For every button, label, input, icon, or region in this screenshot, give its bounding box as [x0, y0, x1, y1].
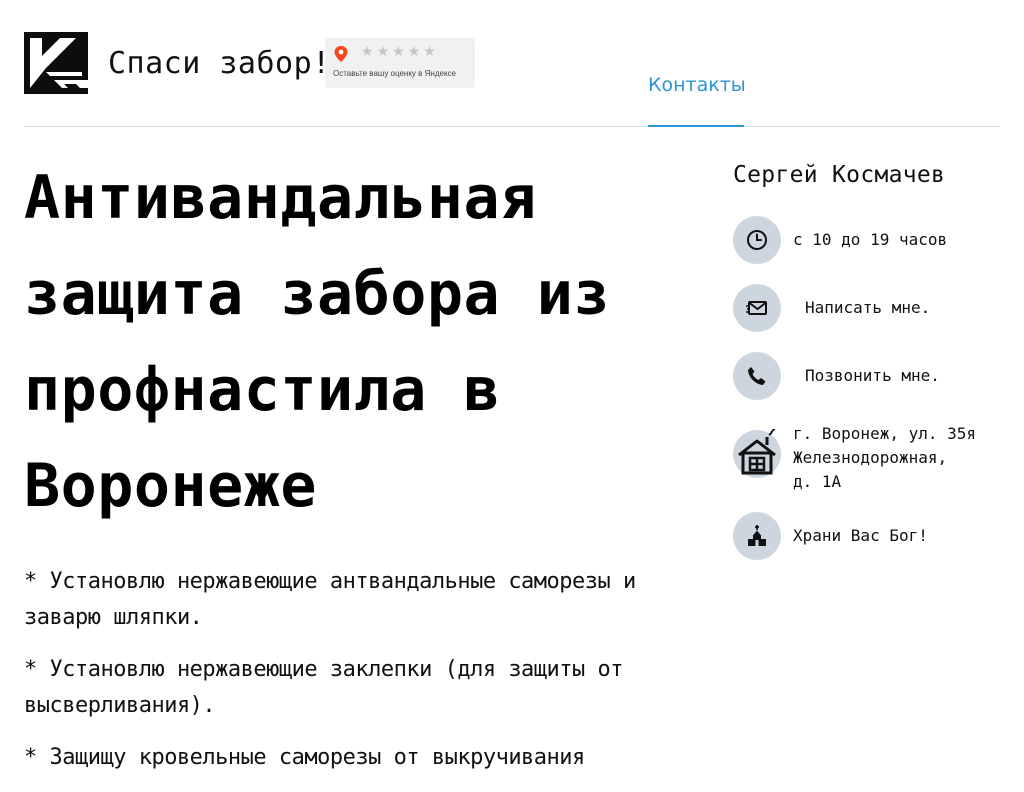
house-icon	[733, 429, 781, 478]
map-pin-icon	[333, 45, 349, 67]
header-divider	[24, 126, 1000, 127]
headline-line: защита забора из	[24, 259, 610, 329]
star-1[interactable]: ★	[361, 44, 374, 60]
star-2[interactable]: ★	[377, 44, 390, 60]
site-header: Спаси забор! ★ ★ ★ ★ ★ Оставьте вашу оце…	[0, 0, 1024, 128]
mail-icon[interactable]	[733, 284, 781, 332]
main-content: Антивандальная защита забора из профнаст…	[24, 150, 684, 792]
rating-caption: Оставьте вашу оценку в Яндексе	[333, 69, 456, 78]
service-item: * Защищу кровельные саморезы от выкручив…	[24, 745, 585, 770]
headline-line: Воронеже	[24, 451, 317, 521]
headline-line: Антивандальная	[24, 163, 537, 233]
write-me-link[interactable]: Написать мне.	[733, 284, 930, 332]
clock-icon	[733, 216, 781, 264]
star-5[interactable]: ★	[423, 44, 436, 60]
address-line: г. Воронеж, ул. 35я	[793, 424, 977, 443]
service-item: * Установлю нержавеющие заклепки (для за…	[24, 657, 624, 718]
hours-row: с 10 до 19 часов	[733, 216, 947, 264]
nav-contacts-link[interactable]: Контакты	[648, 74, 746, 96]
rating-stars[interactable]: ★ ★ ★ ★ ★	[361, 44, 436, 60]
hours-text: с 10 до 19 часов	[793, 230, 948, 249]
address-row: г. Воронеж, ул. 35я Железнодорожная, д. …	[733, 422, 976, 494]
call-me-link[interactable]: Позвонить мне.	[733, 352, 940, 400]
logo-icon[interactable]	[24, 32, 88, 94]
address-line: Железнодорожная,	[793, 448, 948, 467]
star-3[interactable]: ★	[392, 44, 405, 60]
nav-active-underline	[648, 125, 744, 127]
address-line: д. 1А	[793, 472, 842, 491]
blessing-row: Храни Вас Бог!	[733, 512, 928, 560]
write-me-label[interactable]: Написать мне.	[805, 296, 930, 320]
phone-icon[interactable]	[733, 352, 781, 400]
site-title[interactable]: Спаси забор!	[108, 46, 331, 81]
yandex-rating-widget[interactable]: ★ ★ ★ ★ ★ Оставьте вашу оценку в Яндексе	[325, 38, 475, 88]
blessing-text: Храни Вас Бог!	[793, 526, 928, 545]
service-item: * Установлю нержавеющие антвандальные са…	[24, 569, 636, 630]
service-list: * Установлю нержавеющие антвандальные са…	[24, 564, 684, 776]
star-4[interactable]: ★	[408, 44, 421, 60]
headline-line: профнастила в	[24, 355, 501, 425]
call-me-label[interactable]: Позвонить мне.	[805, 364, 940, 388]
person-name: Сергей Космачев	[733, 162, 946, 188]
contact-sidebar: Сергей Космачев с 10 до 19 часов Написат…	[733, 160, 1013, 560]
church-icon	[733, 512, 781, 560]
address-text: г. Воронеж, ул. 35я Железнодорожная, д. …	[793, 422, 976, 494]
page-headline: Антивандальная защита забора из профнаст…	[24, 150, 684, 534]
